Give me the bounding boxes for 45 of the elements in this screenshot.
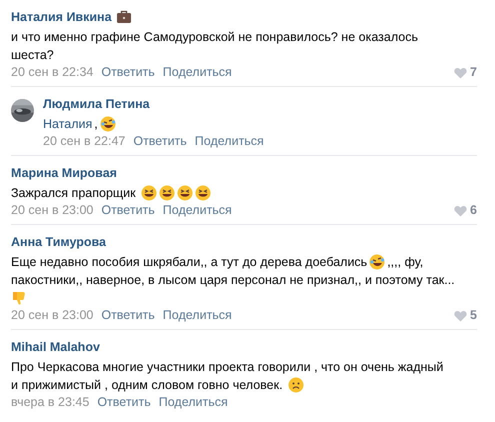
like-count: 5 — [470, 307, 477, 324]
comment-date: 20 сен в 22:34 — [11, 64, 94, 81]
author-name[interactable]: Анна Тимурова — [11, 233, 106, 251]
comment-text: шеста? — [11, 47, 54, 64]
comment-text: Про Черкасова многие участники проекта говорили , что он очень жадный — [11, 359, 444, 376]
reply-link[interactable]: Ответить — [101, 202, 155, 219]
share-link[interactable]: Поделиться — [162, 202, 232, 219]
author-name[interactable]: Марина Мировая — [11, 164, 117, 182]
comment-text: и прижимистый , одним словом говно человек. — [11, 377, 283, 394]
mention-link[interactable]: Наталия — [43, 115, 92, 133]
author-name[interactable]: Mihail Malahov — [11, 338, 100, 356]
reply-link[interactable]: Ответить — [101, 307, 155, 324]
reply-link[interactable]: Ответить — [97, 394, 151, 411]
reply-link[interactable]: Ответить — [133, 133, 187, 150]
comment-date: вчера в 23:45 — [11, 394, 90, 411]
briefcase-icon — [116, 9, 132, 25]
comment-text: и что именно графине Самодуровской не понравилось? не оказалось — [11, 29, 418, 46]
share-link[interactable]: Поделиться — [162, 307, 232, 324]
frowning-face-icon — [288, 377, 304, 393]
laughing-face-icon — [100, 116, 116, 132]
comment-text: Еще недавно пособия шкрябали,, а тут до дерева доебались — [11, 254, 368, 271]
heart-icon[interactable] — [454, 204, 468, 216]
laughing-face-icon — [369, 254, 386, 270]
comment-text: пакостники,, наверное, в лысом царя персонал не признал,, и поэтому так... — [11, 272, 455, 289]
heart-icon[interactable] — [454, 66, 468, 78]
author-name[interactable]: Людмила Петина — [43, 95, 150, 113]
comment-date: 20 сен в 23:00 — [11, 202, 94, 219]
thumbs-down-icon — [11, 290, 27, 306]
like-count: 7 — [470, 64, 477, 81]
comment-text: ,,,, фу, — [387, 254, 424, 271]
share-link[interactable]: Поделиться — [194, 133, 264, 150]
share-link[interactable]: Поделиться — [158, 394, 228, 411]
comment-date: 20 сен в 23:00 — [11, 307, 94, 324]
comment-text: , — [94, 116, 98, 133]
comment-date: 20 сен в 22:47 — [43, 133, 126, 150]
grinning-face-icon — [158, 185, 175, 201]
grinning-face-icon — [140, 185, 157, 201]
like-count: 6 — [470, 202, 477, 219]
grinning-face-icon — [194, 185, 211, 201]
author-name[interactable]: Наталия Ивкина — [11, 8, 112, 26]
comment-text: Зажрался прапорщик — [11, 185, 136, 202]
grinning-face-icon — [176, 185, 193, 201]
share-link[interactable]: Поделиться — [162, 64, 232, 81]
reply-link[interactable]: Ответить — [101, 64, 155, 81]
heart-icon[interactable] — [454, 310, 468, 322]
